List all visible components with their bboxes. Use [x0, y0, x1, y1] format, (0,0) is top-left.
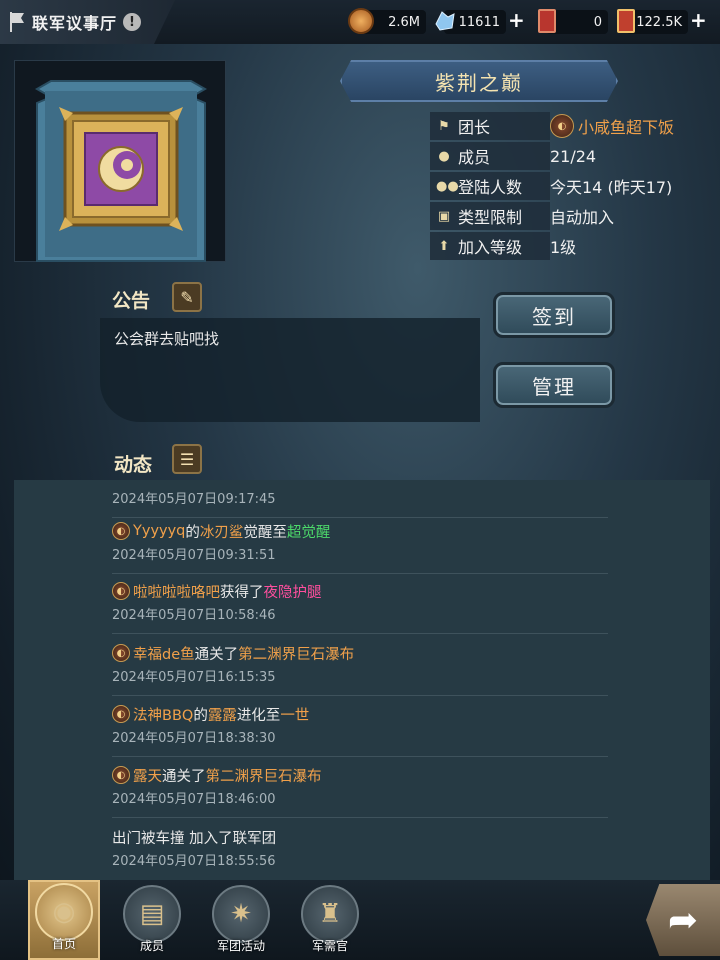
crystal-icon — [435, 11, 455, 31]
divider — [112, 756, 608, 757]
coin-icon — [348, 8, 374, 34]
add-ticket-button[interactable]: + — [690, 8, 707, 32]
feed-text-part: 通关了 — [194, 646, 239, 663]
feed-text-part: 获得了 — [220, 584, 264, 601]
guild-badge-icon: ◐ — [112, 705, 130, 723]
notice-heading: 公告 — [112, 290, 151, 312]
info-row-leader: ⚑ 团长 ◐ 小咸鱼超下饭 — [430, 112, 692, 140]
info-row-members: ● 成员 21/24 — [430, 142, 692, 170]
flag-icon: ⚑ — [438, 118, 450, 134]
join-level-value: 1级 — [550, 238, 577, 257]
feed-time: 2024年05月07日18:38:30 — [112, 731, 276, 746]
leader-name[interactable]: 小咸鱼超下饭 — [578, 114, 674, 138]
feed-text-part: 的 — [185, 524, 200, 541]
list-item: ◐ 幸福de鱼 通关了 第二渊界巨石瀑布 2024年05月07日16:15:35 — [112, 642, 608, 696]
guild-emblem-frame — [14, 60, 226, 262]
feed-time: 2024年05月07日16:15:35 — [112, 670, 276, 685]
leader-avatar-icon: ◐ — [550, 114, 574, 138]
feed-text-part: 一世 — [280, 707, 310, 724]
feed-text-part: 冰刃鲨 — [199, 524, 244, 541]
feed-time: 2024年05月07日18:46:00 — [112, 792, 276, 807]
feed-text-part: 通关了 — [162, 768, 206, 785]
title-box: 联军议事厅 ! — [0, 0, 175, 44]
divider — [112, 633, 608, 634]
manage-button[interactable]: 管理 — [493, 362, 615, 408]
guild-badge-icon: ◐ — [112, 766, 130, 784]
gold-ticket-counter: 122.5K — [626, 10, 688, 34]
group-icon: ●● — [436, 178, 459, 194]
feed-message: ◐ 啦啦啦啦咯吧 获得了 夜隐护腿 — [112, 580, 608, 602]
list-item: 出门被车撞 加入了联军团 2024年05月07日18:55:56 — [112, 826, 608, 870]
feed-time: 2024年05月07日09:31:51 — [112, 548, 276, 563]
info-icon[interactable]: ! — [123, 13, 142, 31]
member-count: 21/24 — [550, 146, 597, 166]
feed-text-part[interactable]: 幸福de鱼 — [133, 643, 195, 664]
divider — [112, 695, 608, 696]
up-arrow-icon: ⬆ — [438, 238, 450, 254]
nav-guild-activity[interactable]: ✷ 军团活动 — [205, 880, 277, 960]
share-arrow-button[interactable]: ➦ — [646, 884, 720, 956]
banner-flag-icon — [10, 12, 24, 32]
feed-time: 2024年05月07日10:58:46 — [112, 608, 276, 623]
info-row-logins: ●● 登陆人数 今天14 (昨天17) — [430, 172, 692, 200]
red-ticket-icon — [538, 9, 556, 33]
feed-text-part: 第二渊界巨石瀑布 — [205, 768, 322, 785]
page-title: 联军议事厅 — [32, 14, 118, 33]
guild-badge-icon: ◐ — [112, 582, 130, 600]
star-badge-icon: ✷ — [212, 885, 270, 943]
guild-emblem[interactable] — [15, 61, 227, 263]
feed-text-part: 觉醒至 — [243, 524, 287, 541]
feed-text-part: 出门被车撞 加入了联军团 — [112, 830, 277, 847]
info-row-join-level: ⬆ 加入等级 1级 — [430, 232, 692, 260]
feed-message: ◐ Yyyyyq 的冰刃鲨 觉醒至 超觉醒 — [112, 520, 608, 542]
divider — [112, 817, 608, 818]
feed-text-part[interactable]: 啦啦啦啦咯吧 — [133, 581, 220, 602]
edit-notice-icon[interactable]: ✎ — [172, 282, 202, 312]
feed-text-part: 超觉醒 — [286, 524, 331, 541]
list-icon[interactable]: ☰ — [172, 444, 202, 474]
nav-home[interactable]: ◉ 首页 — [28, 880, 100, 960]
feed-heading: 动态 — [114, 454, 153, 476]
members-icon: ▤ — [123, 885, 181, 943]
divider — [112, 517, 608, 518]
feed-message: ◐ 露天 通关了 第二渊界巨石瀑布 — [112, 764, 608, 786]
list-item: ◐ 露天 通关了 第二渊界巨石瀑布 2024年05月07日18:46:00 — [112, 764, 608, 818]
login-count: 今天14 (昨天17) — [550, 178, 673, 197]
nav-quartermaster[interactable]: ♜ 军需官 — [294, 880, 366, 960]
divider — [112, 573, 608, 574]
notice-text: 公会群去贴吧找 — [114, 330, 220, 348]
list-item: 2024年05月07日09:17:45 — [112, 486, 608, 518]
feed-text-part[interactable]: Yyyyyq — [133, 523, 185, 539]
feed-message: ◐ 幸福de鱼 通关了 第二渊界巨石瀑布 — [112, 642, 608, 664]
guild-badge-icon: ◐ — [112, 644, 130, 662]
guild-name-banner: 紫荆之巅 — [340, 60, 618, 102]
guild-badge-icon: ◐ — [112, 522, 130, 540]
quartermaster-icon: ♜ — [301, 885, 359, 943]
list-item: ◐ Yyyyyq 的冰刃鲨 觉醒至 超觉醒 2024年05月07日09:31:51 — [112, 520, 608, 574]
curved-arrow-icon: ➦ — [667, 899, 699, 941]
feed-text-part[interactable]: 法神BBQ — [133, 704, 193, 725]
gold-ticket-icon — [617, 9, 635, 33]
nav-members[interactable]: ▤ 成员 — [116, 880, 188, 960]
checkin-button[interactable]: 签到 — [493, 292, 615, 338]
coins-icon: ◉ — [35, 883, 93, 941]
join-type-value: 自动加入 — [550, 208, 615, 227]
feed-message: ◐ 法神BBQ 的露露 进化至 一世 — [112, 703, 608, 725]
feed-text-part: 夜隐护腿 — [263, 584, 322, 601]
feed-message: 出门被车撞 加入了联军团 — [112, 826, 608, 848]
feed-text-part: 第二渊界巨石瀑布 — [238, 646, 355, 663]
feed-text-part: 进化至 — [236, 707, 281, 724]
add-crystal-button[interactable]: + — [508, 8, 525, 32]
guild-name: 紫荆之巅 — [435, 70, 523, 95]
lock-icon: ▣ — [437, 208, 451, 224]
feed-text-part: 的 — [193, 707, 208, 724]
feed-text-part: 露露 — [207, 707, 237, 724]
list-item: ◐ 法神BBQ 的露露 进化至 一世 2024年05月07日18:38:30 — [112, 703, 608, 757]
person-icon: ● — [438, 148, 450, 164]
info-row-join-type: ▣ 类型限制 自动加入 — [430, 202, 692, 230]
feed-text-part[interactable]: 露天 — [133, 765, 162, 786]
feed-time: 2024年05月07日09:17:45 — [112, 492, 276, 507]
feed-time: 2024年05月07日18:55:56 — [112, 854, 276, 869]
list-item: ◐ 啦啦啦啦咯吧 获得了 夜隐护腿 2024年05月07日10:58:46 — [112, 580, 608, 634]
